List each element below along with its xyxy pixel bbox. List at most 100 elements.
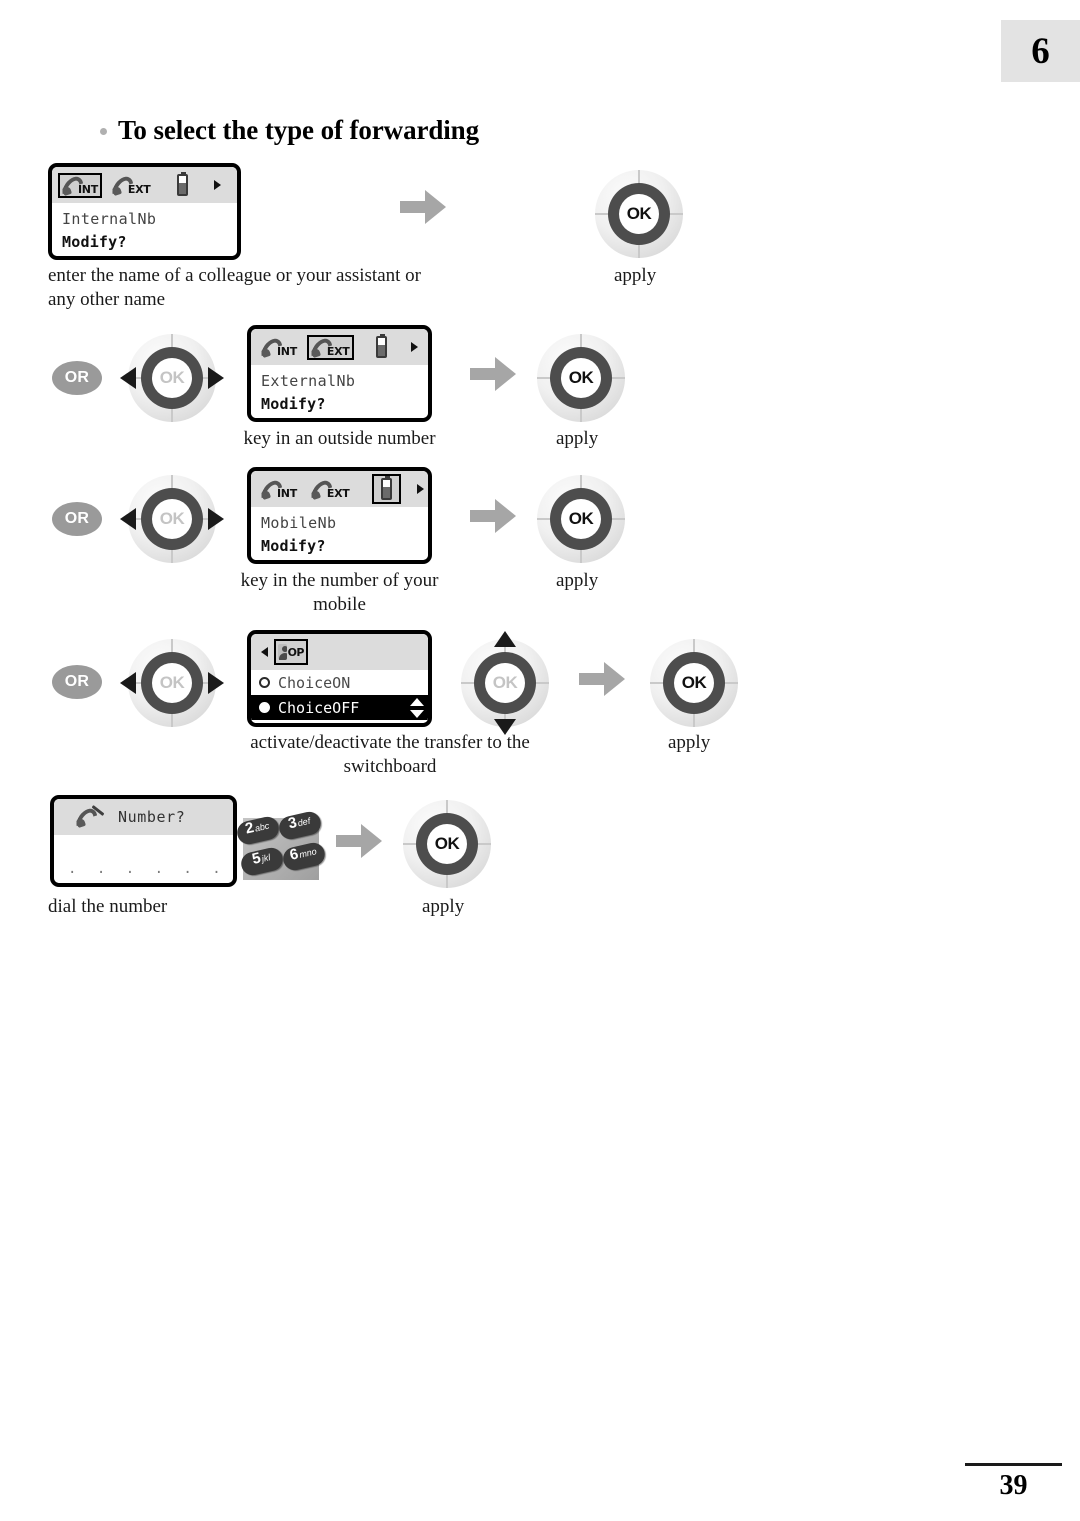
key-6-letters: mno xyxy=(298,846,318,860)
nav-up-down-row4[interactable]: OK xyxy=(461,631,549,735)
key-6-digit: 6 xyxy=(288,845,301,864)
handset-int-icon: INT xyxy=(259,479,299,500)
page-title: To select the type of forwarding xyxy=(100,115,479,146)
phone-screen-mobile: INT EXT MobileNb Modify? xyxy=(247,467,432,564)
caption-switchboard: activate/deactivate the transfer to the … xyxy=(250,732,530,777)
footer-divider xyxy=(965,1463,1062,1466)
choice-off-label: ChoiceOFF xyxy=(278,698,360,717)
screen-line-name: InternalNb xyxy=(62,210,157,228)
flow-arrow-icon xyxy=(470,357,516,391)
key-6[interactable]: 6 mno xyxy=(280,840,328,873)
battery-icon xyxy=(374,334,389,359)
flow-arrow-icon xyxy=(400,190,446,224)
scroll-updown-icon xyxy=(410,697,424,718)
caption-mobile: key in the number of your mobile xyxy=(240,570,439,615)
screen-softkey-modify: Modify? xyxy=(261,395,326,413)
list-item-choice-on[interactable]: ChoiceON xyxy=(251,670,428,695)
flow-arrow-icon xyxy=(579,662,625,696)
handset-ext-icon: EXT xyxy=(110,175,153,196)
key-2[interactable]: 2 abc xyxy=(234,814,282,847)
page-number: 39 xyxy=(999,1470,1028,1501)
nav-left-right-row2[interactable]: OK xyxy=(120,334,224,422)
radio-icon xyxy=(259,677,270,688)
caption-external: key in an outside number xyxy=(243,428,436,449)
chevron-right-icon xyxy=(409,341,420,353)
handset-ext-icon: EXT xyxy=(306,334,354,360)
key-2-letters: abc xyxy=(253,820,271,834)
ok-button-row1[interactable]: OK xyxy=(595,170,683,258)
choice-on-label: ChoiceON xyxy=(278,673,351,692)
or-badge-mobile: OR xyxy=(52,502,102,536)
ok-button-row4[interactable]: OK xyxy=(650,639,738,727)
operator-icon: OP xyxy=(274,639,308,665)
screen-statusbar: INT EXT xyxy=(52,167,237,203)
or-badge-switchboard: OR xyxy=(52,665,102,699)
arrow-left-icon[interactable] xyxy=(120,367,136,389)
nav-left-right-row3[interactable]: OK xyxy=(120,475,224,563)
handset-ext-icon: EXT xyxy=(309,479,352,500)
apply-label-row3: apply xyxy=(556,570,599,591)
chevron-right-icon xyxy=(415,483,426,495)
ok-label: OK xyxy=(626,204,652,223)
chapter-number-box: 6 xyxy=(1001,20,1080,82)
phone-screen-switchboard: OP ChoiceON ChoiceOFF xyxy=(247,630,432,727)
ok-label: OK xyxy=(568,509,594,528)
nav-left-right-row4[interactable]: OK xyxy=(120,639,224,727)
apply-label-row5: apply xyxy=(422,896,465,917)
dial-entry-dots: . . . . . . . xyxy=(68,861,227,883)
flow-arrow-icon xyxy=(470,499,516,533)
flow-arrow-icon xyxy=(336,824,382,858)
keypad-icon[interactable]: 2 abc 3 def 5 jkl 6 mno xyxy=(234,809,328,880)
ok-button-row5[interactable]: OK xyxy=(403,800,491,888)
handset-int-icon: INT xyxy=(58,172,102,198)
screen-statusbar: Number? xyxy=(54,799,233,835)
bullet-icon xyxy=(100,128,107,135)
caption-dial: dial the number xyxy=(48,896,168,917)
chapter-number: 6 xyxy=(1031,30,1050,72)
arrow-right-icon[interactable] xyxy=(208,672,224,694)
screen-statusbar: OP xyxy=(251,634,428,670)
handset-pencil-icon xyxy=(76,807,106,827)
ok-label-dim-4: OK xyxy=(159,673,185,692)
ok-label: OK xyxy=(568,368,594,387)
handset-int-icon: INT xyxy=(259,337,299,358)
key-3[interactable]: 3 def xyxy=(276,809,324,842)
ok-label-dim-3: OK xyxy=(159,509,185,528)
ok-label-dim-2: OK xyxy=(159,368,185,387)
apply-label-row2: apply xyxy=(556,428,599,449)
arrow-right-icon[interactable] xyxy=(208,508,224,530)
or-label-3: OR xyxy=(64,510,90,527)
arrow-left-icon[interactable] xyxy=(120,672,136,694)
key-5[interactable]: 5 jkl xyxy=(238,845,286,878)
ok-label: OK xyxy=(681,673,707,692)
phone-screen-dial: Number? . . . . . . . xyxy=(50,795,237,887)
caption-internal: enter the name of a colleague or your as… xyxy=(48,265,421,310)
screen-softkey-modify: Modify? xyxy=(261,537,326,555)
screen-statusbar: INT EXT xyxy=(251,329,428,365)
screen-line-name: ExternalNb xyxy=(261,372,356,390)
ok-button-row3[interactable]: OK xyxy=(537,475,625,563)
apply-label-row4: apply xyxy=(668,732,711,753)
or-badge-external: OR xyxy=(52,361,102,395)
arrow-left-icon[interactable] xyxy=(120,508,136,530)
operator-label: OP xyxy=(287,645,305,659)
or-label-2: OR xyxy=(64,369,90,386)
phone-screen-external: INT EXT ExternalNb Modify? xyxy=(247,325,432,422)
page-title-text: To select the type of forwarding xyxy=(118,115,479,145)
key-3-letters: def xyxy=(296,815,312,829)
screen-statusbar: INT EXT xyxy=(251,471,428,507)
ok-button-row2[interactable]: OK xyxy=(537,334,625,422)
phone-screen-internal: INT EXT InternalNb Modify? xyxy=(48,163,241,260)
arrow-right-icon[interactable] xyxy=(208,367,224,389)
key-5-letters: jkl xyxy=(260,852,272,864)
dial-title: Number? xyxy=(118,808,186,826)
key-3-digit: 3 xyxy=(286,813,299,833)
or-label-4: OR xyxy=(64,673,90,690)
battery-icon xyxy=(371,474,401,504)
key-2-digit: 2 xyxy=(243,819,256,838)
ok-label: OK xyxy=(434,834,460,853)
battery-icon xyxy=(175,172,190,197)
apply-label-row1: apply xyxy=(614,265,657,286)
list-item-choice-off[interactable]: ChoiceOFF xyxy=(251,695,428,720)
arrow-up-icon[interactable] xyxy=(494,631,516,647)
